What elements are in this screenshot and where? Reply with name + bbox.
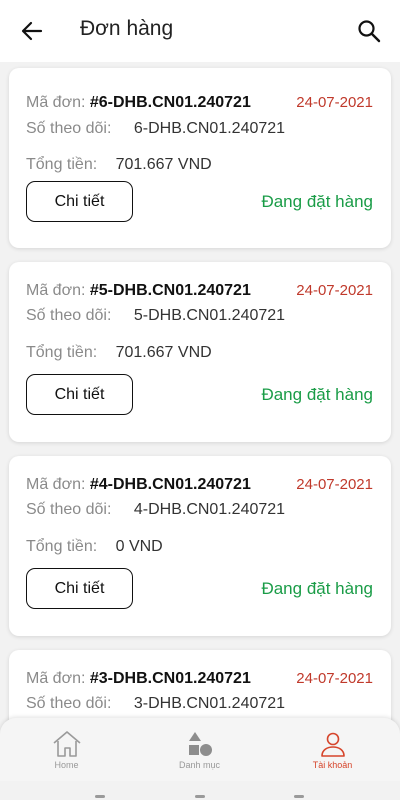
total-label: Tổng tiền: [26, 344, 98, 361]
tracking-number: 4-DHB.CN01.240721 [133, 501, 286, 518]
detail-button[interactable]: Chi tiết [26, 568, 133, 609]
order-card: Mã đơn: #5-DHB.CN01.240721 24-07-2021 Số… [9, 262, 391, 442]
total-amount: 701.667 VND [115, 156, 212, 173]
user-icon [320, 732, 345, 757]
order-code: #5-DHB.CN01.240721 [89, 282, 251, 299]
tracking-number: 6-DHB.CN01.240721 [133, 120, 286, 137]
order-date: 24-07-2021 [296, 94, 373, 111]
system-navigation-bar [0, 781, 400, 800]
total-label: Tổng tiền: [26, 156, 98, 173]
arrow-left-icon[interactable] [18, 17, 46, 45]
tracking-label: Số theo dõi: [26, 307, 112, 324]
order-date: 24-07-2021 [296, 670, 373, 687]
nav-account-label: Tài khoản [312, 760, 353, 770]
tracking-label: Số theo dõi: [26, 501, 112, 518]
order-code: #4-DHB.CN01.240721 [89, 476, 251, 493]
tracking-label: Số theo dõi: [26, 120, 112, 137]
total-amount: 0 VND [115, 538, 163, 555]
nav-home-label: Home [54, 760, 79, 770]
bottom-nav: Home Danh mục Tài khoản [0, 718, 400, 781]
order-status: Đang đặt hàng [261, 579, 373, 598]
order-date: 24-07-2021 [296, 476, 373, 493]
order-status: Đang đặt hàng [261, 385, 373, 404]
total-amount: 701.667 VND [115, 344, 212, 361]
tracking-number: 3-DHB.CN01.240721 [133, 695, 286, 712]
order-date: 24-07-2021 [296, 282, 373, 299]
order-card: Mã đơn: #3-DHB.CN01.240721 24-07-2021 Số… [9, 650, 391, 722]
nav-home[interactable]: Home [0, 718, 133, 781]
order-code-label: Mã đơn: [26, 282, 86, 299]
category-shapes-icon [188, 732, 212, 756]
order-code: #6-DHB.CN01.240721 [89, 94, 251, 111]
system-back-icon[interactable] [294, 795, 304, 798]
order-code: #3-DHB.CN01.240721 [89, 670, 251, 687]
page-title: Đơn hàng [80, 17, 174, 40]
order-code-label: Mã đơn: [26, 670, 86, 687]
system-recents-icon[interactable] [95, 795, 105, 798]
nav-category[interactable]: Danh mục [133, 718, 266, 781]
system-home-icon[interactable] [195, 795, 205, 798]
tracking-number: 5-DHB.CN01.240721 [133, 307, 286, 324]
search-icon[interactable] [356, 18, 382, 44]
order-code-label: Mã đơn: [26, 476, 86, 493]
tracking-label: Số theo dõi: [26, 695, 112, 712]
total-label: Tổng tiền: [26, 538, 98, 555]
order-card: Mã đơn: #6-DHB.CN01.240721 24-07-2021 Số… [9, 68, 391, 248]
detail-button[interactable]: Chi tiết [26, 181, 133, 222]
order-card: Mã đơn: #4-DHB.CN01.240721 24-07-2021 Số… [9, 456, 391, 636]
app-bar: Đơn hàng [0, 0, 400, 62]
nav-category-label: Danh mục [178, 760, 221, 770]
order-list[interactable]: Mã đơn: #6-DHB.CN01.240721 24-07-2021 Số… [0, 62, 400, 722]
detail-button[interactable]: Chi tiết [26, 374, 133, 415]
nav-account[interactable]: Tài khoản [266, 718, 399, 781]
home-icon [52, 731, 81, 757]
order-status: Đang đặt hàng [261, 192, 373, 211]
order-code-label: Mã đơn: [26, 94, 86, 111]
